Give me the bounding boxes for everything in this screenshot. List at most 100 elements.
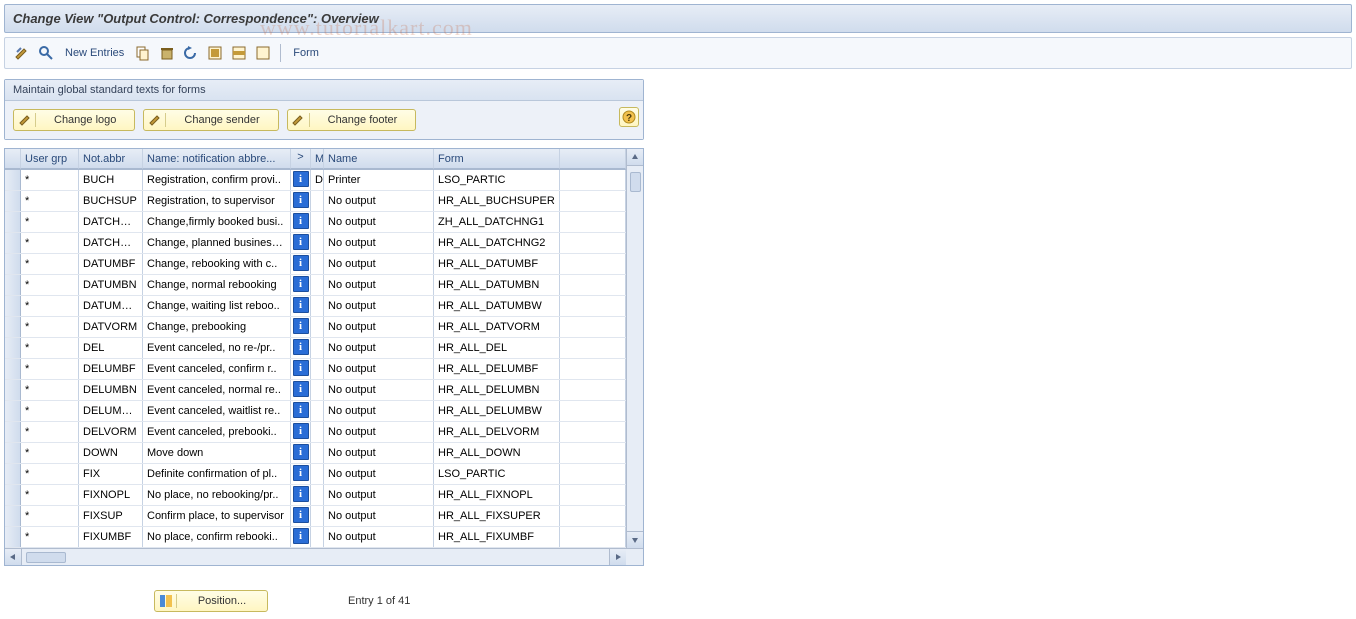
row-selector[interactable] — [5, 191, 21, 211]
info-icon[interactable]: i — [293, 297, 309, 313]
cell-info[interactable]: i — [291, 485, 311, 505]
row-selector[interactable] — [5, 443, 21, 463]
cell-usergrp[interactable]: * — [21, 254, 79, 274]
row-selector[interactable] — [5, 464, 21, 484]
cell-form[interactable]: ZH_ALL_DATCHNG1 — [434, 212, 560, 232]
col-header-usergrp[interactable]: User grp — [21, 149, 79, 169]
cell-notabbr[interactable]: BUCH — [79, 170, 143, 190]
cell-name[interactable]: No output — [324, 485, 434, 505]
cell-notabbr[interactable]: FIX — [79, 464, 143, 484]
cell-name[interactable]: No output — [324, 233, 434, 253]
position-button[interactable]: Position... — [154, 590, 268, 612]
cell-notabbr[interactable]: FIXUMBF — [79, 527, 143, 547]
cell-form[interactable]: HR_ALL_DATCHNG2 — [434, 233, 560, 253]
cell-name[interactable]: Printer — [324, 170, 434, 190]
info-icon[interactable]: i — [293, 213, 309, 229]
cell-notabbr[interactable]: DATCHNG2 — [79, 233, 143, 253]
cell-notname[interactable]: Event canceled, prebooki.. — [143, 422, 291, 442]
cell-notname[interactable]: Registration, to supervisor — [143, 191, 291, 211]
find-icon[interactable] — [37, 44, 55, 62]
cell-form[interactable]: HR_ALL_DEL — [434, 338, 560, 358]
change-sender-button[interactable]: Change sender — [143, 109, 278, 131]
cell-notabbr[interactable]: DATUMBN — [79, 275, 143, 295]
cell-usergrp[interactable]: * — [21, 506, 79, 526]
cell-info[interactable]: i — [291, 401, 311, 421]
cell-m[interactable] — [311, 380, 324, 400]
cell-info[interactable]: i — [291, 464, 311, 484]
scroll-up-icon[interactable] — [627, 149, 643, 166]
cell-info[interactable]: i — [291, 422, 311, 442]
new-entries-button[interactable]: New Entries — [61, 47, 128, 59]
info-icon[interactable]: i — [293, 381, 309, 397]
cell-name[interactable]: No output — [324, 359, 434, 379]
info-icon[interactable]: i — [293, 234, 309, 250]
cell-notabbr[interactable]: FIXSUP — [79, 506, 143, 526]
row-selector[interactable] — [5, 254, 21, 274]
cell-usergrp[interactable]: * — [21, 380, 79, 400]
undo-change-icon[interactable] — [182, 44, 200, 62]
cell-notabbr[interactable]: DELVORM — [79, 422, 143, 442]
cell-usergrp[interactable]: * — [21, 233, 79, 253]
cell-notabbr[interactable]: DELUMBW — [79, 401, 143, 421]
cell-info[interactable]: i — [291, 254, 311, 274]
cell-info[interactable]: i — [291, 212, 311, 232]
cell-m[interactable] — [311, 317, 324, 337]
row-selector[interactable] — [5, 527, 21, 547]
cell-form[interactable]: HR_ALL_DATUMBN — [434, 275, 560, 295]
cell-info[interactable]: i — [291, 338, 311, 358]
cell-form[interactable]: HR_ALL_FIXNOPL — [434, 485, 560, 505]
change-logo-button[interactable]: Change logo — [13, 109, 135, 131]
help-icon[interactable]: ? — [619, 107, 639, 127]
cell-usergrp[interactable]: * — [21, 296, 79, 316]
col-header-notname[interactable]: Name: notification abbre... — [143, 149, 291, 169]
cell-form[interactable]: HR_ALL_BUCHSUPER — [434, 191, 560, 211]
cell-notname[interactable]: Event canceled, no re-/pr.. — [143, 338, 291, 358]
cell-notname[interactable]: Move down — [143, 443, 291, 463]
info-icon[interactable]: i — [293, 171, 309, 187]
cell-m[interactable] — [311, 401, 324, 421]
cell-usergrp[interactable]: * — [21, 191, 79, 211]
info-icon[interactable]: i — [293, 255, 309, 271]
cell-usergrp[interactable]: * — [21, 212, 79, 232]
cell-notname[interactable]: Change, normal rebooking — [143, 275, 291, 295]
info-icon[interactable]: i — [293, 486, 309, 502]
cell-notname[interactable]: Change, prebooking — [143, 317, 291, 337]
cell-name[interactable]: No output — [324, 275, 434, 295]
row-selector[interactable] — [5, 380, 21, 400]
cell-notname[interactable]: No place, confirm rebooki.. — [143, 527, 291, 547]
cell-usergrp[interactable]: * — [21, 485, 79, 505]
cell-form[interactable]: HR_ALL_DATUMBF — [434, 254, 560, 274]
cell-form[interactable]: HR_ALL_FIXSUPER — [434, 506, 560, 526]
cell-notname[interactable]: Change, rebooking with c.. — [143, 254, 291, 274]
cell-usergrp[interactable]: * — [21, 170, 79, 190]
cell-name[interactable]: No output — [324, 464, 434, 484]
cell-usergrp[interactable]: * — [21, 443, 79, 463]
cell-notname[interactable]: Event canceled, confirm r.. — [143, 359, 291, 379]
cell-m[interactable] — [311, 233, 324, 253]
row-selector[interactable] — [5, 506, 21, 526]
cell-name[interactable]: No output — [324, 254, 434, 274]
toggle-display-change-icon[interactable] — [13, 44, 31, 62]
cell-form[interactable]: LSO_PARTIC — [434, 464, 560, 484]
info-icon[interactable]: i — [293, 318, 309, 334]
cell-form[interactable]: HR_ALL_DATVORM — [434, 317, 560, 337]
cell-info[interactable]: i — [291, 380, 311, 400]
scroll-left-icon[interactable] — [5, 549, 22, 565]
cell-name[interactable]: No output — [324, 401, 434, 421]
cell-notname[interactable]: Change, planned business .. — [143, 233, 291, 253]
row-selector[interactable] — [5, 296, 21, 316]
cell-form[interactable]: HR_ALL_DELVORM — [434, 422, 560, 442]
cell-m[interactable] — [311, 212, 324, 232]
cell-usergrp[interactable]: * — [21, 338, 79, 358]
cell-usergrp[interactable]: * — [21, 464, 79, 484]
col-header-form[interactable]: Form — [434, 149, 560, 169]
cell-form[interactable]: HR_ALL_DATUMBW — [434, 296, 560, 316]
copy-as-icon[interactable] — [134, 44, 152, 62]
cell-notabbr[interactable]: DELUMBF — [79, 359, 143, 379]
cell-form[interactable]: HR_ALL_DELUMBW — [434, 401, 560, 421]
row-selector[interactable] — [5, 170, 21, 190]
vertical-scrollbar[interactable] — [626, 149, 643, 548]
cell-notname[interactable]: No place, no rebooking/pr.. — [143, 485, 291, 505]
row-selector[interactable] — [5, 359, 21, 379]
cell-notname[interactable]: Registration, confirm provi.. — [143, 170, 291, 190]
